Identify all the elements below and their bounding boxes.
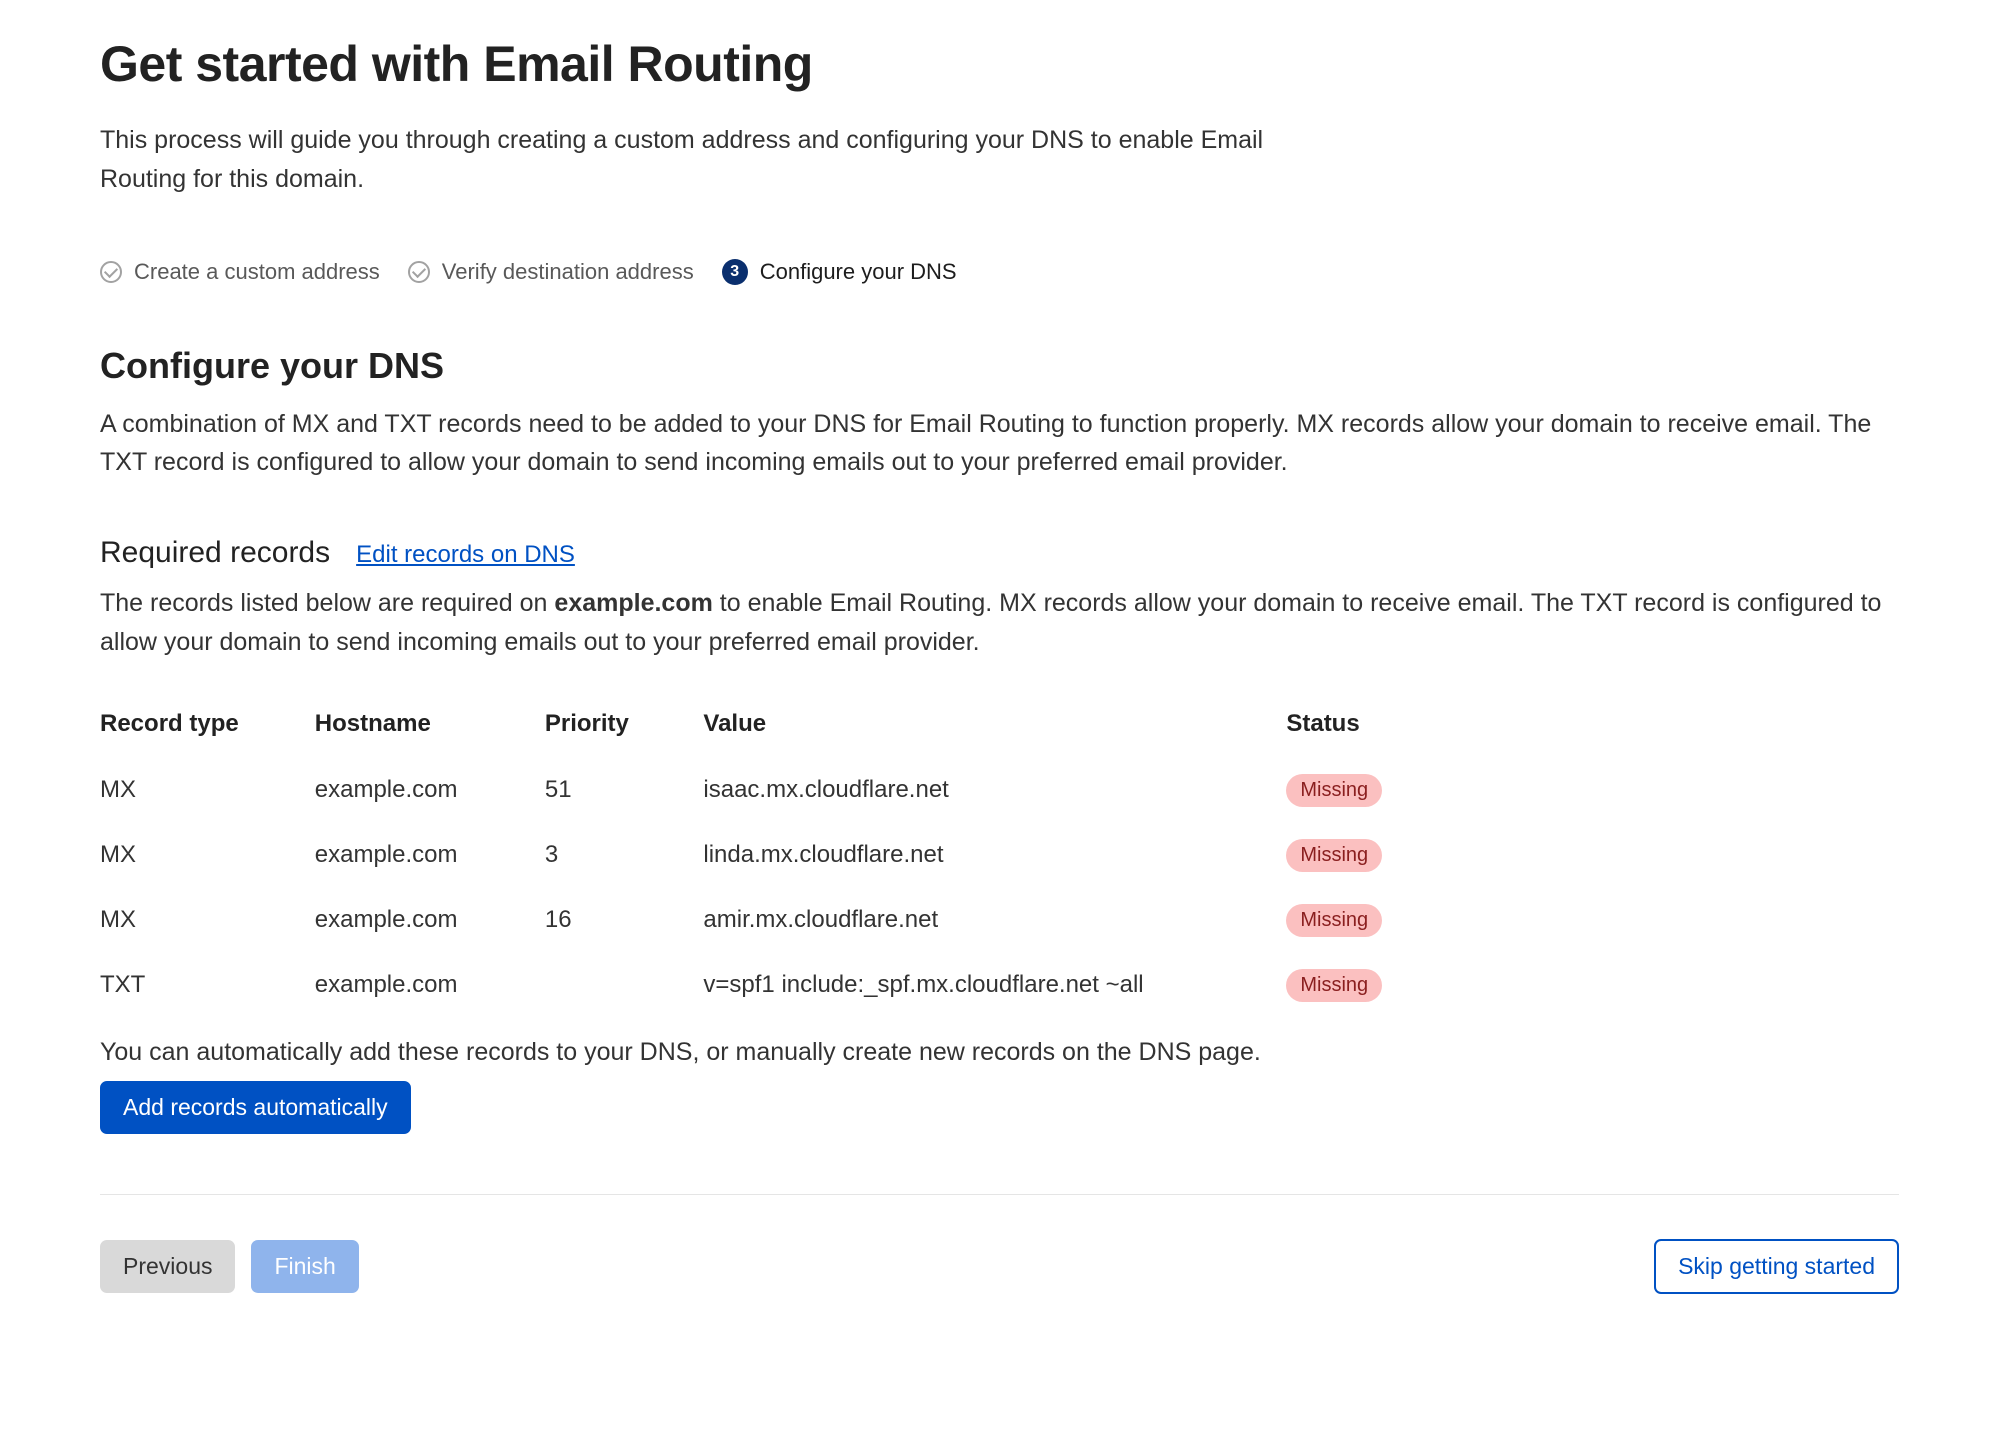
step-verify-destination[interactable]: Verify destination address [408, 259, 694, 285]
cell-record-type: MX [100, 823, 315, 888]
col-record-type: Record type [100, 700, 315, 758]
page-title: Get started with Email Routing [100, 35, 1899, 93]
table-row: MXexample.com3linda.mx.cloudflare.netMis… [100, 823, 1450, 888]
required-records-desc: The records listed below are required on… [100, 584, 1899, 662]
status-badge: Missing [1286, 904, 1382, 937]
cell-status: Missing [1286, 888, 1450, 953]
step-configure-dns[interactable]: 3 Configure your DNS [722, 259, 957, 285]
cell-hostname: example.com [315, 758, 545, 823]
cell-hostname: example.com [315, 823, 545, 888]
status-badge: Missing [1286, 969, 1382, 1002]
cell-status: Missing [1286, 758, 1450, 823]
previous-button[interactable]: Previous [100, 1240, 235, 1293]
skip-button[interactable]: Skip getting started [1654, 1239, 1899, 1294]
check-icon [408, 261, 430, 283]
cell-value: isaac.mx.cloudflare.net [703, 758, 1286, 823]
col-status: Status [1286, 700, 1450, 758]
cell-value: linda.mx.cloudflare.net [703, 823, 1286, 888]
step-create-address[interactable]: Create a custom address [100, 259, 380, 285]
table-row: TXTexample.com v=spf1 include:_spf.mx.clo… [100, 953, 1450, 1018]
cell-hostname: example.com [315, 888, 545, 953]
configure-title: Configure your DNS [100, 345, 1899, 387]
edit-records-link[interactable]: Edit records on DNS [356, 541, 575, 569]
cell-value: v=spf1 include:_spf.mx.cloudflare.net ~a… [703, 953, 1286, 1018]
page-intro: This process will guide you through crea… [100, 121, 1300, 199]
step-label: Configure your DNS [760, 259, 957, 285]
cell-priority [545, 953, 704, 1018]
wizard-footer: Previous Finish Skip getting started [100, 1239, 1899, 1294]
step-label: Create a custom address [134, 259, 380, 285]
step-number-icon: 3 [722, 259, 748, 285]
cell-priority: 51 [545, 758, 704, 823]
wizard-steps: Create a custom address Verify destinati… [100, 259, 1899, 285]
cell-status: Missing [1286, 823, 1450, 888]
cell-priority: 3 [545, 823, 704, 888]
table-row: MXexample.com51isaac.mx.cloudflare.netMi… [100, 758, 1450, 823]
status-badge: Missing [1286, 774, 1382, 807]
divider [100, 1194, 1899, 1195]
required-records-heading: Required records [100, 536, 330, 570]
step-label: Verify destination address [442, 259, 694, 285]
col-priority: Priority [545, 700, 704, 758]
check-icon [100, 261, 122, 283]
finish-button[interactable]: Finish [251, 1240, 358, 1293]
status-badge: Missing [1286, 839, 1382, 872]
cell-value: amir.mx.cloudflare.net [703, 888, 1286, 953]
auto-add-note: You can automatically add these records … [100, 1038, 1899, 1067]
cell-status: Missing [1286, 953, 1450, 1018]
cell-record-type: MX [100, 758, 315, 823]
cell-record-type: MX [100, 888, 315, 953]
add-records-button[interactable]: Add records automatically [100, 1081, 411, 1134]
table-row: MXexample.com16amir.mx.cloudflare.netMis… [100, 888, 1450, 953]
col-hostname: Hostname [315, 700, 545, 758]
cell-record-type: TXT [100, 953, 315, 1018]
cell-hostname: example.com [315, 953, 545, 1018]
configure-desc: A combination of MX and TXT records need… [100, 405, 1899, 483]
cell-priority: 16 [545, 888, 704, 953]
records-table: Record type Hostname Priority Value Stat… [100, 700, 1450, 1018]
col-value: Value [703, 700, 1286, 758]
